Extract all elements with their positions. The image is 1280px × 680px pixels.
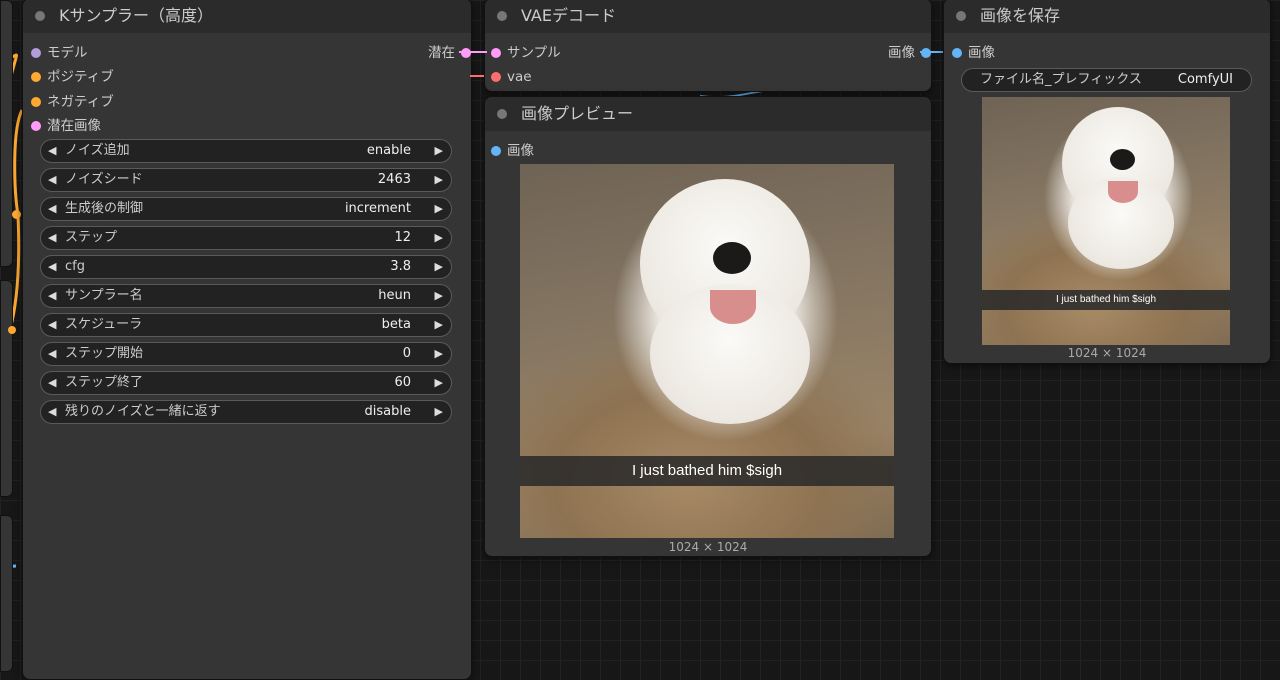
widget-scheduler[interactable]: ◀ スケジューラ beta ▶ [40,313,452,337]
widget-steps[interactable]: ◀ ステップ 12 ▶ [40,226,452,250]
collapse-dot-icon[interactable] [956,11,966,21]
widget-return-with-leftover-noise[interactable]: ◀ 残りのノイズと一緒に返す disable ▶ [40,400,452,424]
wire-junction-dot [8,326,16,334]
image-dimensions: 1024 × 1024 [1067,346,1147,360]
filename-prefix-label: ファイル名_プレフィックス [980,72,1142,87]
latent-output-dot[interactable] [461,48,471,58]
decrement-arrow-icon[interactable]: ◀ [48,314,56,336]
node-title-bar[interactable]: 画像プレビュー [485,97,931,131]
decrement-arrow-icon[interactable]: ◀ [48,227,56,249]
offscreen-node-stub [0,0,13,267]
decrement-arrow-icon[interactable]: ◀ [48,343,56,365]
decrement-arrow-icon[interactable]: ◀ [48,169,56,191]
input-slot-model[interactable]: モデル [31,44,88,62]
input-slot-samples[interactable]: サンプル [491,44,561,62]
collapse-dot-icon[interactable] [35,11,45,21]
node-title-bar[interactable]: VAEデコード [485,0,931,33]
latent-slot-dot[interactable] [31,121,41,131]
widget-start-at-step[interactable]: ◀ ステップ開始 0 ▶ [40,342,452,366]
increment-arrow-icon[interactable]: ▶ [435,343,443,365]
increment-arrow-icon[interactable]: ▶ [435,401,443,423]
increment-arrow-icon[interactable]: ▶ [435,285,443,307]
ksampler-advanced-node[interactable]: Kサンプラー（高度） モデル ポジティブ ネガティブ 潜在画像 潜在 ◀ ノイズ… [22,0,472,680]
input-slot-images[interactable]: 画像 [491,142,534,160]
image-dimensions: 1024 × 1024 [668,540,748,554]
image-output-dot[interactable] [921,48,931,58]
decrement-arrow-icon[interactable]: ◀ [48,256,56,278]
node-title-bar[interactable]: Kサンプラー（高度） [23,0,471,33]
input-slot-positive[interactable]: ポジティブ [31,68,114,86]
decrement-arrow-icon[interactable]: ◀ [48,401,56,423]
increment-arrow-icon[interactable]: ▶ [435,169,443,191]
wire-junction-dot [12,210,21,219]
save-image-node[interactable]: 画像を保存 画像 ファイル名_プレフィックス ComfyUI I just ba… [943,0,1271,364]
preview-image-node[interactable]: 画像プレビュー 画像 I just bathed him $sigh 1024 … [484,96,932,557]
offscreen-node-stub [0,515,13,672]
dog-nose [1110,149,1135,170]
offscreen-node-stub [0,280,13,497]
input-slot-latent-image[interactable]: 潜在画像 [31,117,101,135]
link-vae [470,75,484,77]
image-caption: I just bathed him $sigh [520,456,894,486]
dog-nose [713,242,751,274]
increment-arrow-icon[interactable]: ▶ [435,256,443,278]
increment-arrow-icon[interactable]: ▶ [435,372,443,394]
node-title: 画像プレビュー [521,104,634,123]
widget-cfg[interactable]: ◀ cfg 3.8 ▶ [40,255,452,279]
widget-end-at-step[interactable]: ◀ ステップ終了 60 ▶ [40,371,452,395]
saved-image[interactable]: I just bathed him $sigh [982,97,1230,345]
collapse-dot-icon[interactable] [497,109,507,119]
samples-slot-dot[interactable] [491,48,501,58]
filename-prefix-value: ComfyUI [1177,72,1233,87]
widget-sampler-name[interactable]: ◀ サンプラー名 heun ▶ [40,284,452,308]
filename-prefix-field[interactable]: ファイル名_プレフィックス ComfyUI [961,68,1252,92]
input-slot-vae[interactable]: vae [491,68,532,86]
output-slot-image[interactable]: 画像 [888,44,931,62]
vae-slot-dot[interactable] [491,72,501,82]
increment-arrow-icon[interactable]: ▶ [435,198,443,220]
vae-decode-node[interactable]: VAEデコード サンプル vae 画像 [484,0,932,92]
decrement-arrow-icon[interactable]: ◀ [48,372,56,394]
input-slot-negative[interactable]: ネガティブ [31,93,114,111]
dog-tongue [710,290,756,324]
link-latent [459,51,487,53]
images-slot-dot[interactable] [952,48,962,58]
node-title-bar[interactable]: 画像を保存 [944,0,1270,33]
widget-add-noise[interactable]: ◀ ノイズ追加 enable ▶ [40,139,452,163]
increment-arrow-icon[interactable]: ▶ [435,140,443,162]
decrement-arrow-icon[interactable]: ◀ [48,140,56,162]
decrement-arrow-icon[interactable]: ◀ [48,198,56,220]
negative-slot-dot[interactable] [31,97,41,107]
node-title: Kサンプラー（高度） [59,6,214,25]
increment-arrow-icon[interactable]: ▶ [435,227,443,249]
image-caption: I just bathed him $sigh [982,290,1230,310]
widget-control-after-generate[interactable]: ◀ 生成後の制御 increment ▶ [40,197,452,221]
increment-arrow-icon[interactable]: ▶ [435,314,443,336]
images-slot-dot[interactable] [491,146,501,156]
input-slot-images[interactable]: 画像 [952,44,995,62]
widget-noise-seed[interactable]: ◀ ノイズシード 2463 ▶ [40,168,452,192]
node-title: 画像を保存 [980,6,1061,25]
preview-image[interactable]: I just bathed him $sigh [520,164,894,538]
node-title: VAEデコード [521,6,616,25]
decrement-arrow-icon[interactable]: ◀ [48,285,56,307]
collapse-dot-icon[interactable] [497,11,507,21]
output-slot-latent[interactable]: 潜在 [428,44,471,62]
model-slot-dot[interactable] [31,48,41,58]
positive-slot-dot[interactable] [31,72,41,82]
dog-tongue [1108,181,1138,203]
